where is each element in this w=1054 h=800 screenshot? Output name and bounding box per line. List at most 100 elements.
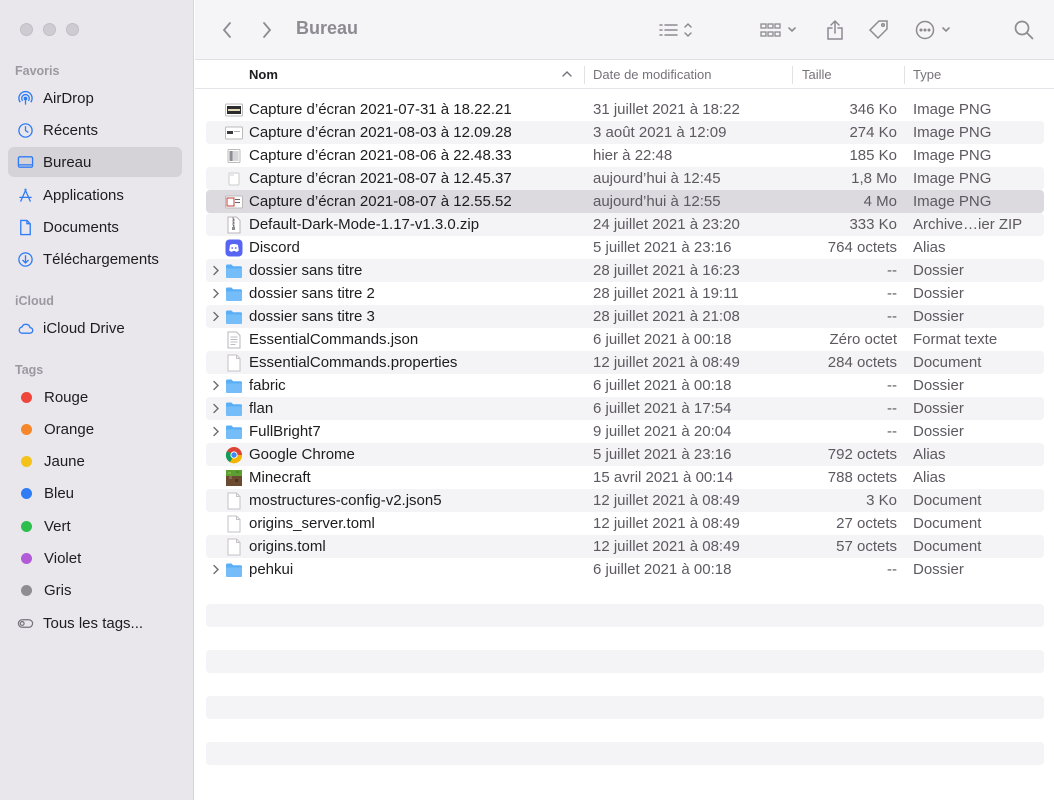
- sidebar-tag-7[interactable]: Tous les tags...: [8, 608, 182, 638]
- file-row[interactable]: mostructures-config-v2.json5 12 juillet 2…: [206, 489, 1044, 512]
- column-size[interactable]: Taille: [802, 61, 832, 89]
- sidebar-item-recents[interactable]: Récents: [8, 115, 182, 145]
- close-window-button[interactable]: [20, 23, 33, 36]
- minimize-window-button[interactable]: [43, 23, 56, 36]
- sidebar-tag-2[interactable]: Jaune: [8, 447, 182, 477]
- file-row[interactable]: Capture d’écran 2021-07-31 à 18.22.21 31 …: [206, 98, 1044, 121]
- file-row[interactable]: origins.toml 12 juillet 2021 à 08:49 57 oc…: [206, 535, 1044, 558]
- file-row[interactable]: Capture d’écran 2021-08-03 à 12.09.28 3 a…: [206, 121, 1044, 144]
- sidebar-tag-3[interactable]: Bleu: [8, 479, 182, 509]
- tag-color-dot: [21, 488, 32, 500]
- file-name: mostructures-config-v2.json5: [249, 492, 442, 509]
- file-size: 27 octets: [836, 515, 897, 532]
- file-row[interactable]: pehkui 6 juillet 2021 à 00:18 -- Dossier: [206, 558, 1044, 581]
- file-name: Google Chrome: [249, 446, 355, 463]
- sort-ascending-icon: [562, 71, 572, 77]
- file-kind: Image PNG: [913, 124, 992, 141]
- sidebar-item-label: Orange: [44, 420, 95, 438]
- file-row[interactable]: Discord 5 juillet 2021 à 23:16 764 octets A…: [206, 236, 1044, 259]
- file-row[interactable]: Capture d’écran 2021-08-07 à 12.55.52 auj…: [206, 190, 1044, 213]
- sidebar-tag-1[interactable]: Orange: [8, 414, 182, 444]
- disclosure-triangle-icon[interactable]: [211, 402, 221, 415]
- file-kind: Image PNG: [913, 170, 992, 187]
- file-date: 9 juillet 2021 à 20:04: [593, 423, 732, 440]
- list-view-icon: [659, 22, 692, 38]
- file-row[interactable]: Capture d’écran 2021-08-06 à 22.48.33 hie…: [206, 144, 1044, 167]
- file-row[interactable]: Google Chrome 5 juillet 2021 à 23:16 792 o…: [206, 443, 1044, 466]
- chrome-icon: [225, 445, 243, 464]
- column-separator[interactable]: [584, 66, 585, 84]
- sidebar-tag-5[interactable]: Violet: [8, 544, 182, 574]
- disclosure-triangle-icon[interactable]: [211, 287, 221, 300]
- column-name[interactable]: Nom: [249, 61, 278, 89]
- file-row[interactable]: fabric 6 juillet 2021 à 00:18 -- Dossier: [206, 374, 1044, 397]
- zip-icon: [225, 215, 243, 234]
- file-row[interactable]: EssentialCommands.json 6 juillet 2021 à 0…: [206, 328, 1044, 351]
- disclosure-triangle-icon[interactable]: [211, 563, 221, 576]
- action-menu-button[interactable]: [913, 17, 957, 43]
- column-kind[interactable]: Type: [913, 61, 941, 89]
- disclosure-triangle-icon[interactable]: [211, 310, 221, 323]
- column-separator[interactable]: [904, 66, 905, 84]
- sidebar-item-bureau[interactable]: Bureau: [8, 147, 182, 177]
- file-row[interactable]: Default-Dark-Mode-1.17-v1.3.0.zip 24 juil…: [206, 213, 1044, 236]
- search-button[interactable]: [1011, 17, 1037, 43]
- sidebar-item-label: Téléchargements: [43, 250, 159, 268]
- disclosure-triangle-icon[interactable]: [211, 264, 221, 277]
- sidebar-item-airdrop[interactable]: AirDrop: [8, 83, 182, 113]
- file-row[interactable]: origins_server.toml 12 juillet 2021 à 08:…: [206, 512, 1044, 535]
- disclosure-triangle-icon[interactable]: [211, 379, 221, 392]
- sidebar-item-documents[interactable]: Documents: [8, 212, 182, 242]
- tag-button[interactable]: [865, 17, 893, 43]
- file-row[interactable]: dossier sans titre 2 28 juillet 2021 à 19…: [206, 282, 1044, 305]
- sidebar-item-downloads[interactable]: Téléchargements: [8, 244, 182, 274]
- screenshot-light-icon: [225, 123, 243, 142]
- file-kind: Image PNG: [913, 193, 992, 210]
- sidebar-item-label: Vert: [44, 517, 71, 535]
- file-row[interactable]: dossier sans titre 28 juillet 2021 à 16:2…: [206, 259, 1044, 282]
- forward-button[interactable]: [257, 17, 277, 43]
- file-date: aujourd’hui à 12:45: [593, 170, 721, 187]
- file-name: Capture d’écran 2021-08-03 à 12.09.28: [249, 124, 512, 141]
- file-name: FullBright7: [249, 423, 321, 440]
- file-row[interactable]: FullBright7 9 juillet 2021 à 20:04 -- Dossi…: [206, 420, 1044, 443]
- cloud-icon: [17, 320, 34, 337]
- folder-icon: [225, 261, 243, 280]
- grid-view-icon: [760, 23, 796, 37]
- file-size: 57 octets: [836, 538, 897, 555]
- share-icon: [827, 19, 843, 40]
- file-date: 12 juillet 2021 à 08:49: [593, 354, 740, 371]
- file-row[interactable]: EssentialCommands.properties 12 juillet 2…: [206, 351, 1044, 374]
- zoom-window-button[interactable]: [66, 23, 79, 36]
- column-date[interactable]: Date de modification: [593, 61, 712, 89]
- file-kind: Dossier: [913, 377, 964, 394]
- screenshot-blank-icon: [225, 169, 243, 188]
- screenshot-red-icon: [225, 192, 243, 211]
- file-name: flan: [249, 400, 274, 417]
- group-view-button[interactable]: [757, 17, 803, 43]
- disclosure-triangle-icon[interactable]: [211, 425, 221, 438]
- sidebar-item-icloud-drive[interactable]: iCloud Drive: [8, 313, 182, 343]
- back-button[interactable]: [217, 17, 237, 43]
- file-kind: Dossier: [913, 561, 964, 578]
- screenshot-gray-icon: [225, 146, 243, 165]
- sidebar-item-label: Bleu: [44, 485, 75, 503]
- tag-color-dot: [21, 423, 32, 435]
- file-row[interactable]: flan 6 juillet 2021 à 17:54 -- Dossier: [206, 397, 1044, 420]
- view-list-button[interactable]: [655, 17, 699, 43]
- tag-color-dot: [21, 391, 32, 403]
- sidebar-tag-6[interactable]: Gris: [8, 576, 182, 606]
- file-row[interactable]: dossier sans titre 3 28 juillet 2021 à 21…: [206, 305, 1044, 328]
- sidebar-item-applications[interactable]: Applications: [8, 180, 182, 210]
- file-size: --: [887, 377, 897, 394]
- share-button[interactable]: [822, 17, 848, 43]
- column-separator[interactable]: [792, 66, 793, 84]
- sidebar-tag-0[interactable]: Rouge: [8, 382, 182, 412]
- file-row[interactable]: Minecraft 15 avril 2021 à 00:14 788 octets…: [206, 466, 1044, 489]
- file-date: 6 juillet 2021 à 00:18: [593, 331, 732, 348]
- file-name: EssentialCommands.json: [249, 331, 419, 348]
- doc-icon: [225, 537, 243, 556]
- file-kind: Dossier: [913, 262, 964, 279]
- file-row[interactable]: Capture d’écran 2021-08-07 à 12.45.37 auj…: [206, 167, 1044, 190]
- sidebar-tag-4[interactable]: Vert: [8, 511, 182, 541]
